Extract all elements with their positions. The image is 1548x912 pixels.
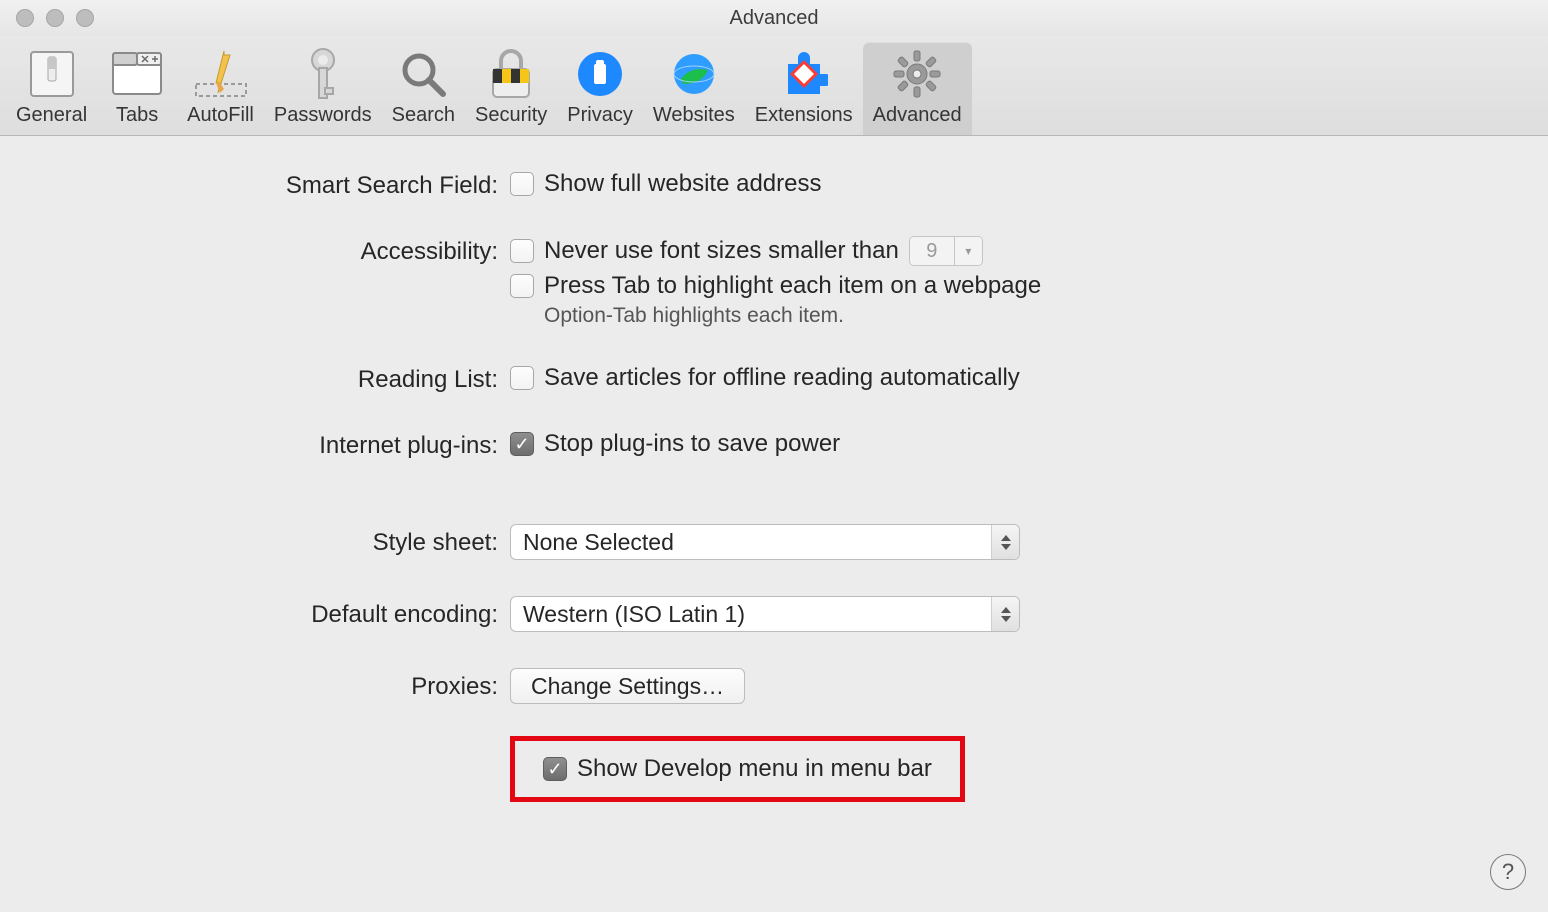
popup-value: None Selected [523, 529, 674, 556]
popup-value: Western (ISO Latin 1) [523, 601, 745, 628]
proxies-label: Proxies: [0, 671, 510, 701]
accessibility-section-label: Accessibility: [0, 236, 510, 266]
tab-label: Security [475, 104, 547, 127]
popup-arrows-icon [991, 597, 1019, 631]
tab-label: Extensions [755, 104, 853, 127]
change-proxies-button[interactable]: Change Settings… [510, 668, 745, 704]
tab-label: Search [392, 104, 455, 127]
window-title: Advanced [0, 7, 1548, 30]
checkbox-label: Stop plug-ins to save power [544, 430, 840, 458]
style-sheet-label: Style sheet: [0, 527, 510, 557]
advanced-icon [892, 46, 942, 102]
tab-privacy[interactable]: Privacy [557, 42, 643, 135]
privacy-icon [576, 46, 624, 102]
smart-search-section-label: Smart Search Field: [0, 170, 510, 200]
tab-label: AutoFill [187, 104, 254, 127]
zoom-window-button[interactable] [76, 9, 94, 27]
tab-label: Privacy [567, 104, 633, 127]
default-encoding-popup[interactable]: Western (ISO Latin 1) [510, 596, 1020, 632]
tab-search[interactable]: Search [382, 42, 465, 135]
checkbox-label: Show Develop menu in menu bar [577, 755, 932, 783]
search-icon [399, 46, 447, 102]
checkbox-icon [510, 274, 534, 298]
extensions-icon [780, 46, 828, 102]
traffic-lights [16, 9, 94, 27]
advanced-pane: Smart Search Field: Show full website ad… [0, 136, 1548, 912]
stop-plugins-checkbox[interactable]: Stop plug-ins to save power [510, 430, 840, 458]
tab-autofill[interactable]: AutoFill [177, 42, 264, 135]
button-label: Change Settings… [531, 673, 724, 700]
show-develop-menu-checkbox[interactable]: Show Develop menu in menu bar [543, 755, 932, 783]
tab-label: Advanced [873, 104, 962, 127]
style-sheet-popup[interactable]: None Selected [510, 524, 1020, 560]
tab-advanced[interactable]: Advanced [863, 42, 972, 135]
minimum-font-size-stepper[interactable]: 9 ▾ [909, 236, 983, 266]
stepper-value: 9 [910, 237, 954, 265]
checkbox-label: Never use font sizes smaller than [544, 237, 899, 265]
checkbox-label: Save articles for offline reading automa… [544, 364, 1020, 392]
show-full-address-checkbox[interactable]: Show full website address [510, 170, 821, 198]
close-window-button[interactable] [16, 9, 34, 27]
default-encoding-label: Default encoding: [0, 599, 510, 629]
tab-label: General [16, 104, 87, 127]
tab-label: Websites [653, 104, 735, 127]
websites-icon [670, 46, 718, 102]
minimize-window-button[interactable] [46, 9, 64, 27]
never-smaller-font-checkbox[interactable]: Never use font sizes smaller than [510, 237, 899, 265]
press-tab-highlight-checkbox[interactable]: Press Tab to highlight each item on a we… [510, 272, 1041, 300]
tab-extensions[interactable]: Extensions [745, 42, 863, 135]
checkbox-icon [510, 239, 534, 263]
checkbox-label: Show full website address [544, 170, 821, 198]
tab-tabs[interactable]: Tabs [97, 42, 177, 135]
security-icon [489, 46, 533, 102]
preferences-toolbar: General Tabs [0, 36, 1548, 136]
passwords-icon [306, 46, 340, 102]
chevron-down-icon: ▾ [954, 237, 982, 265]
tab-passwords[interactable]: Passwords [264, 42, 382, 135]
help-button[interactable]: ? [1490, 854, 1526, 890]
popup-arrows-icon [991, 525, 1019, 559]
checkbox-icon [510, 432, 534, 456]
tab-websites[interactable]: Websites [643, 42, 745, 135]
tab-label: Tabs [116, 104, 158, 127]
titlebar: Advanced [0, 0, 1548, 36]
tab-security[interactable]: Security [465, 42, 557, 135]
reading-list-section-label: Reading List: [0, 364, 510, 394]
preferences-window: Advanced General [0, 0, 1548, 912]
accessibility-hint: Option-Tab highlights each item. [544, 304, 1041, 328]
help-icon: ? [1502, 859, 1514, 885]
checkbox-icon [510, 172, 534, 196]
checkbox-icon [510, 366, 534, 390]
develop-menu-highlight: Show Develop menu in menu bar [510, 736, 965, 802]
save-offline-checkbox[interactable]: Save articles for offline reading automa… [510, 364, 1020, 392]
tabs-icon [112, 46, 162, 102]
plugins-section-label: Internet plug-ins: [0, 430, 510, 460]
checkbox-label: Press Tab to highlight each item on a we… [544, 272, 1041, 300]
tab-label: Passwords [274, 104, 372, 127]
checkbox-icon [543, 757, 567, 781]
autofill-icon [194, 46, 248, 102]
general-icon [30, 46, 74, 102]
tab-general[interactable]: General [6, 42, 97, 135]
